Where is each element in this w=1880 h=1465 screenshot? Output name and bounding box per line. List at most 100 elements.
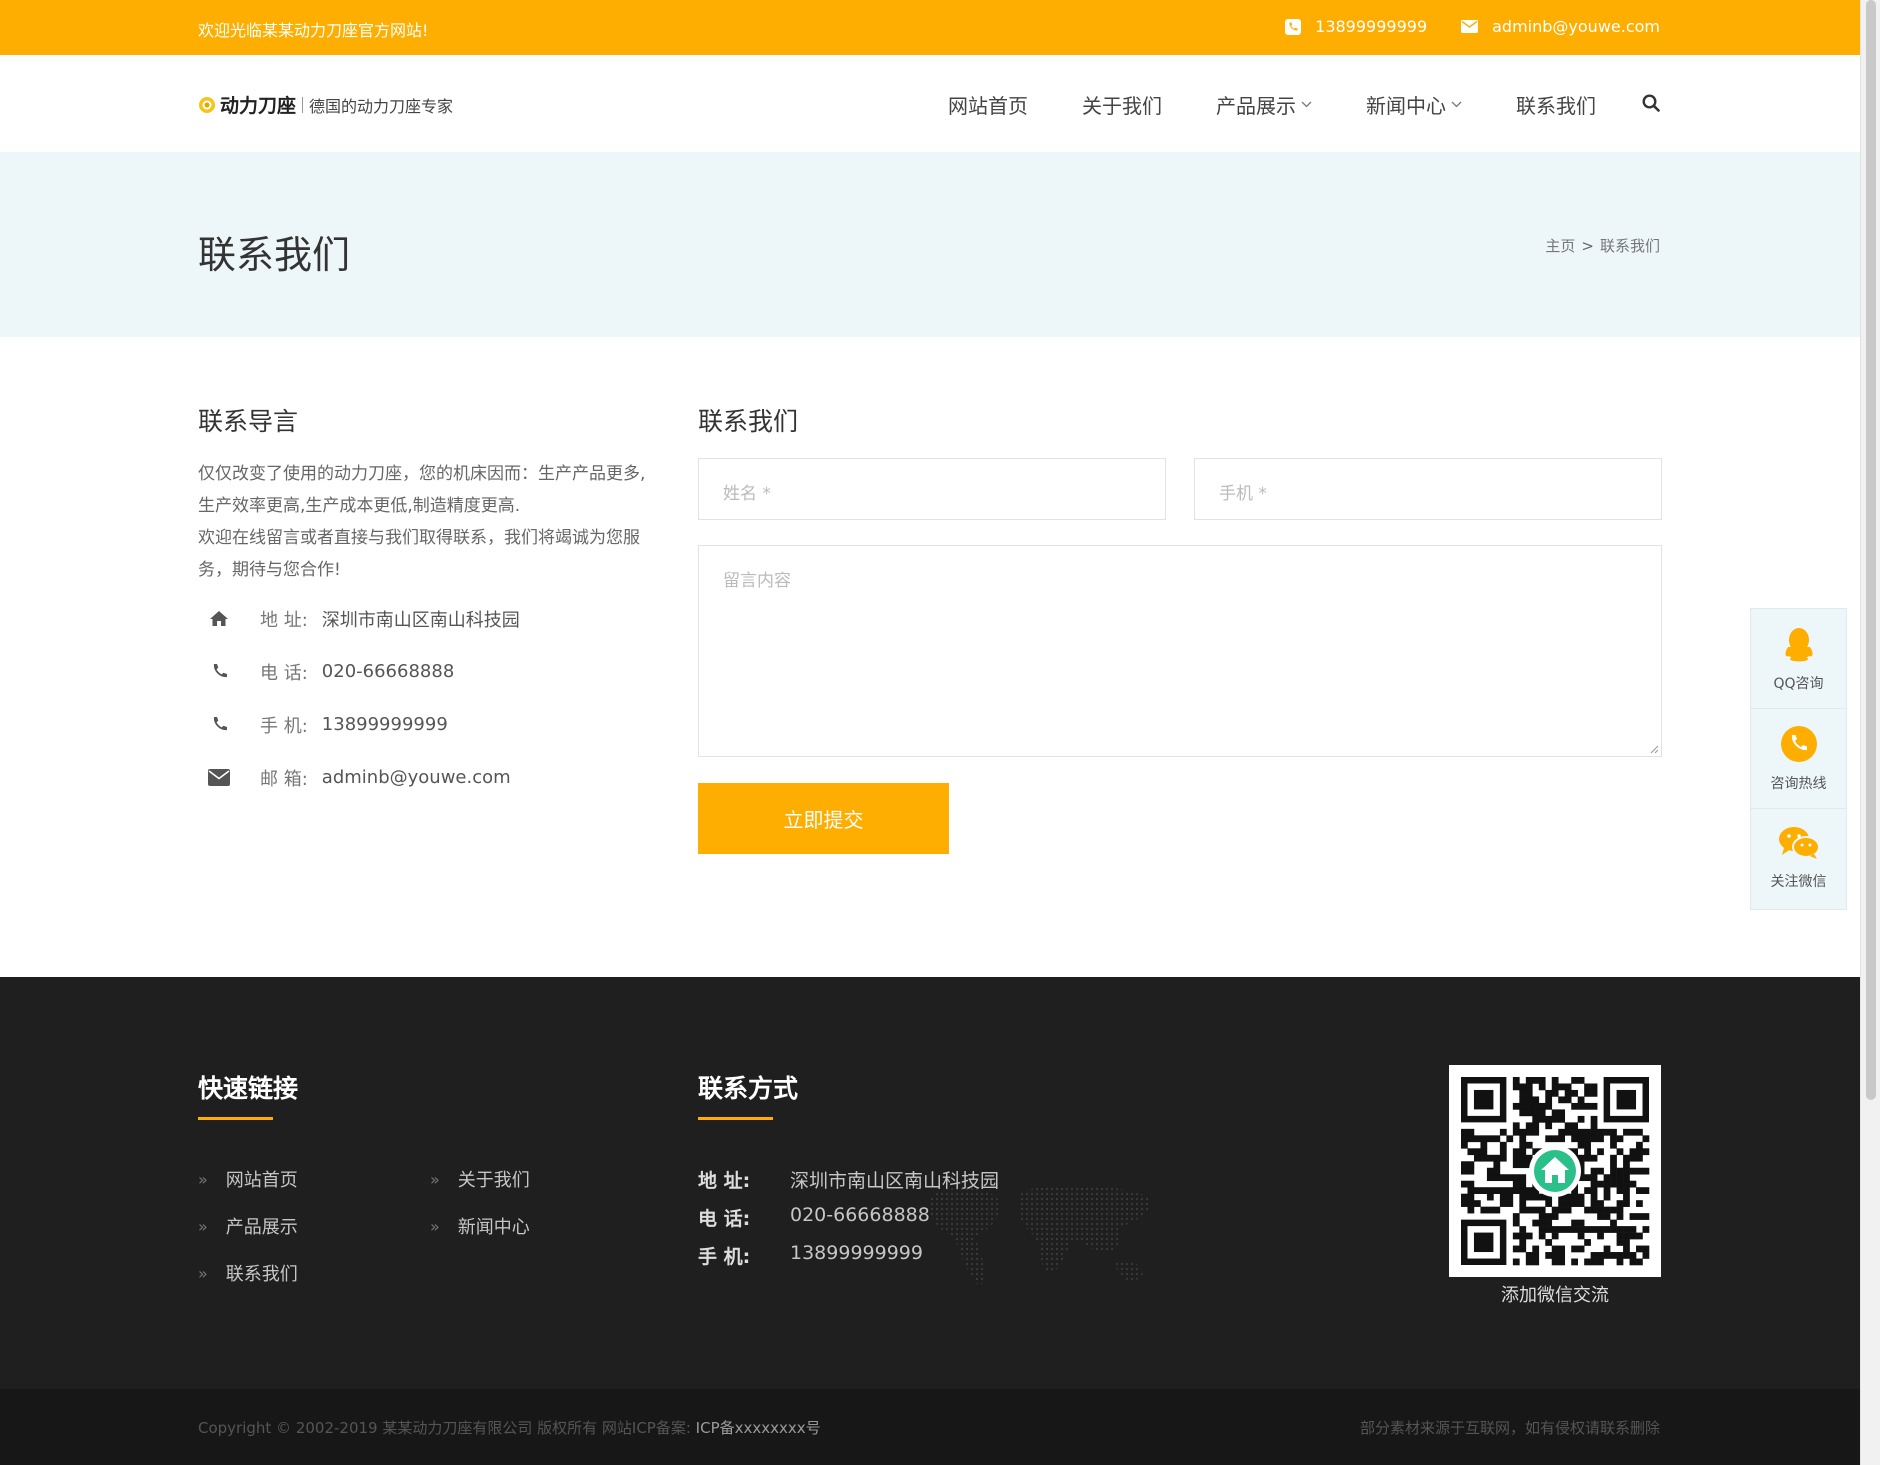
nav-contact[interactable]: 联系我们 bbox=[1516, 90, 1596, 119]
phone-icon bbox=[213, 664, 227, 678]
home-icon bbox=[210, 611, 228, 626]
icp-link[interactable]: ICP备xxxxxxxx号 bbox=[696, 1419, 821, 1437]
mobile-value: 13899999999 bbox=[321, 714, 448, 735]
side-wechat-label: 关注微信 bbox=[1770, 874, 1827, 890]
footer-tel: 电 话: 020-66668888 bbox=[698, 1204, 930, 1231]
nav-contact-label: 联系我们 bbox=[1516, 94, 1596, 118]
email-label: 邮 箱: bbox=[260, 768, 308, 790]
phone-circle-icon bbox=[1780, 726, 1817, 762]
scrollbar-thumb[interactable] bbox=[1866, 0, 1876, 1100]
search-button[interactable] bbox=[1642, 93, 1660, 116]
footer-link-products-label: 产品展示 bbox=[225, 1217, 298, 1238]
message-placeholder: 留言内容 bbox=[723, 571, 791, 591]
footer-mobile: 手 机: 13899999999 bbox=[698, 1242, 923, 1269]
footer-contact-underline bbox=[698, 1117, 773, 1120]
footer-link-news-label: 新闻中心 bbox=[457, 1217, 530, 1238]
qq-icon bbox=[1784, 628, 1813, 662]
intro-paragraph-1: 仅仅改变了使用的动力刀座，您的机床因而：生产产品更多,生产效率更高,生产成本更低… bbox=[198, 464, 646, 516]
footer-link-home[interactable]: » 网站首页 bbox=[198, 1166, 298, 1192]
footer-link-about-label: 关于我们 bbox=[457, 1170, 530, 1191]
mobile-input[interactable]: 手机 * bbox=[1194, 458, 1662, 520]
top-phone-number: 13899999999 bbox=[1315, 17, 1428, 36]
top-phone[interactable]: 13899999999 bbox=[1285, 17, 1427, 36]
side-hotline-label: 咨询热线 bbox=[1770, 776, 1827, 792]
page-title: 联系我们 bbox=[198, 233, 351, 277]
breadcrumb-current: 联系我们 bbox=[1599, 237, 1660, 255]
footer-link-home-label: 网站首页 bbox=[225, 1170, 298, 1191]
footer-links-underline bbox=[198, 1117, 273, 1120]
side-float-panel: QQ咨询 咨询热线 关注微信 bbox=[1750, 608, 1847, 910]
intro-tel-row: 电 话: 020-66668888 bbox=[198, 645, 658, 698]
nav-about[interactable]: 关于我们 bbox=[1082, 90, 1162, 119]
footer-link-contact[interactable]: » 联系我们 bbox=[198, 1260, 298, 1286]
footer-address-label: 地 址: bbox=[698, 1170, 751, 1192]
world-map-graphic bbox=[929, 1185, 1151, 1287]
footer: 快速链接 » 网站首页 » 关于我们 » 产品展示 » 新闻中心 » 联系我们 联系方式 … bbox=[0, 977, 1860, 1389]
breadcrumb: 主页 > 联系我们 bbox=[1545, 235, 1660, 256]
nav-home-label: 网站首页 bbox=[948, 94, 1028, 118]
footer-link-contact-label: 联系我们 bbox=[225, 1264, 298, 1285]
footer-mobile-value: 13899999999 bbox=[790, 1242, 923, 1264]
resize-grip-icon[interactable] bbox=[1649, 744, 1659, 754]
intro-heading: 联系导言 bbox=[198, 407, 299, 436]
tel-label: 电 话: bbox=[260, 662, 308, 684]
mobile-label: 手 机: bbox=[260, 715, 308, 737]
side-qq-label: QQ咨询 bbox=[1773, 676, 1824, 692]
side-wechat[interactable]: 关注微信 bbox=[1751, 809, 1846, 909]
page-banner: 联系我们 主页 > 联系我们 bbox=[0, 152, 1860, 337]
footer-tel-label: 电 话: bbox=[698, 1208, 751, 1230]
chevron-down-icon bbox=[1301, 101, 1312, 108]
logo[interactable]: 动力刀座 德国的动力刀座专家 bbox=[198, 91, 453, 118]
double-chevron-icon: » bbox=[198, 1216, 208, 1236]
wechat-qr-code bbox=[1449, 1065, 1661, 1277]
footer-tel-value: 020-66668888 bbox=[790, 1204, 930, 1226]
contact-intro: 联系导言 仅仅改变了使用的动力刀座，您的机床因而：生产产品更多,生产效率更高,生… bbox=[198, 402, 658, 804]
footer-link-products[interactable]: » 产品展示 bbox=[198, 1213, 298, 1239]
tel-value: 020-66668888 bbox=[321, 661, 455, 682]
logo-slogan: 德国的动力刀座专家 bbox=[309, 96, 454, 116]
copyright-bar: Copyright © 2002-2019 某某动力刀座有限公司 版权所有 网站… bbox=[0, 1389, 1860, 1465]
email-value: adminb@youwe.com bbox=[321, 767, 511, 788]
top-contact: 13899999999 adminb@youwe.com bbox=[1251, 17, 1660, 36]
page-scrollbar[interactable] bbox=[1860, 0, 1880, 1465]
intro-mobile-row: 手 机: 13899999999 bbox=[198, 698, 658, 751]
header: 动力刀座 德国的动力刀座专家 网站首页 关于我们 产品展示 新闻中心 联系我们 bbox=[0, 55, 1860, 152]
contact-form: 联系我们 姓名 * 手机 * 留言内容 立即提交 bbox=[698, 402, 1662, 854]
nav-products[interactable]: 产品展示 bbox=[1216, 90, 1312, 119]
submit-button[interactable]: 立即提交 bbox=[698, 783, 949, 854]
nav-news-label: 新闻中心 bbox=[1366, 94, 1446, 118]
footer-link-news[interactable]: » 新闻中心 bbox=[430, 1213, 530, 1239]
copyright-left: Copyright © 2002-2019 某某动力刀座有限公司 版权所有 网站… bbox=[198, 1417, 821, 1438]
side-hotline[interactable]: 咨询热线 bbox=[1751, 709, 1846, 809]
logo-brand: 动力刀座 bbox=[220, 95, 297, 117]
top-email-address: adminb@youwe.com bbox=[1492, 17, 1660, 36]
chevron-down-icon bbox=[1451, 101, 1462, 108]
nav-home[interactable]: 网站首页 bbox=[948, 90, 1028, 119]
envelope-icon bbox=[1461, 20, 1479, 33]
main-nav: 网站首页 关于我们 产品展示 新闻中心 联系我们 bbox=[894, 90, 1660, 119]
form-heading: 联系我们 bbox=[698, 407, 799, 436]
nav-products-label: 产品展示 bbox=[1216, 94, 1296, 118]
qr-code-image bbox=[1461, 1077, 1650, 1266]
welcome-text: 欢迎光临某某动力刀座官方网站! bbox=[198, 21, 429, 40]
intro-paragraph-2: 欢迎在线留言或者直接与我们取得联系，我们将竭诚为您服务，期待与您合作! bbox=[198, 528, 640, 580]
nav-about-label: 关于我们 bbox=[1082, 94, 1162, 118]
phone-square-icon bbox=[1285, 18, 1302, 35]
footer-address-value: 深圳市南山区南山科技园 bbox=[790, 1170, 1000, 1192]
footer-contact-title: 联系方式 bbox=[698, 1074, 799, 1103]
footer-address: 地 址: 深圳市南山区南山科技园 bbox=[698, 1166, 999, 1193]
nav-news[interactable]: 新闻中心 bbox=[1366, 90, 1462, 119]
message-textarea[interactable]: 留言内容 bbox=[698, 545, 1662, 757]
address-value: 深圳市南山区南山科技园 bbox=[321, 609, 520, 631]
double-chevron-icon: » bbox=[430, 1216, 440, 1236]
footer-link-about[interactable]: » 关于我们 bbox=[430, 1166, 530, 1192]
breadcrumb-home[interactable]: 主页 bbox=[1545, 237, 1575, 255]
name-input[interactable]: 姓名 * bbox=[698, 458, 1166, 520]
top-email[interactable]: adminb@youwe.com bbox=[1461, 17, 1660, 36]
double-chevron-icon: » bbox=[198, 1169, 208, 1189]
logo-separator bbox=[302, 96, 304, 113]
logo-gear-icon bbox=[199, 96, 215, 113]
copyright-right: 部分素材来源于互联网，如有侵权请联系删除 bbox=[1359, 1419, 1660, 1437]
side-qq[interactable]: QQ咨询 bbox=[1751, 609, 1846, 709]
breadcrumb-separator: > bbox=[1581, 237, 1594, 255]
